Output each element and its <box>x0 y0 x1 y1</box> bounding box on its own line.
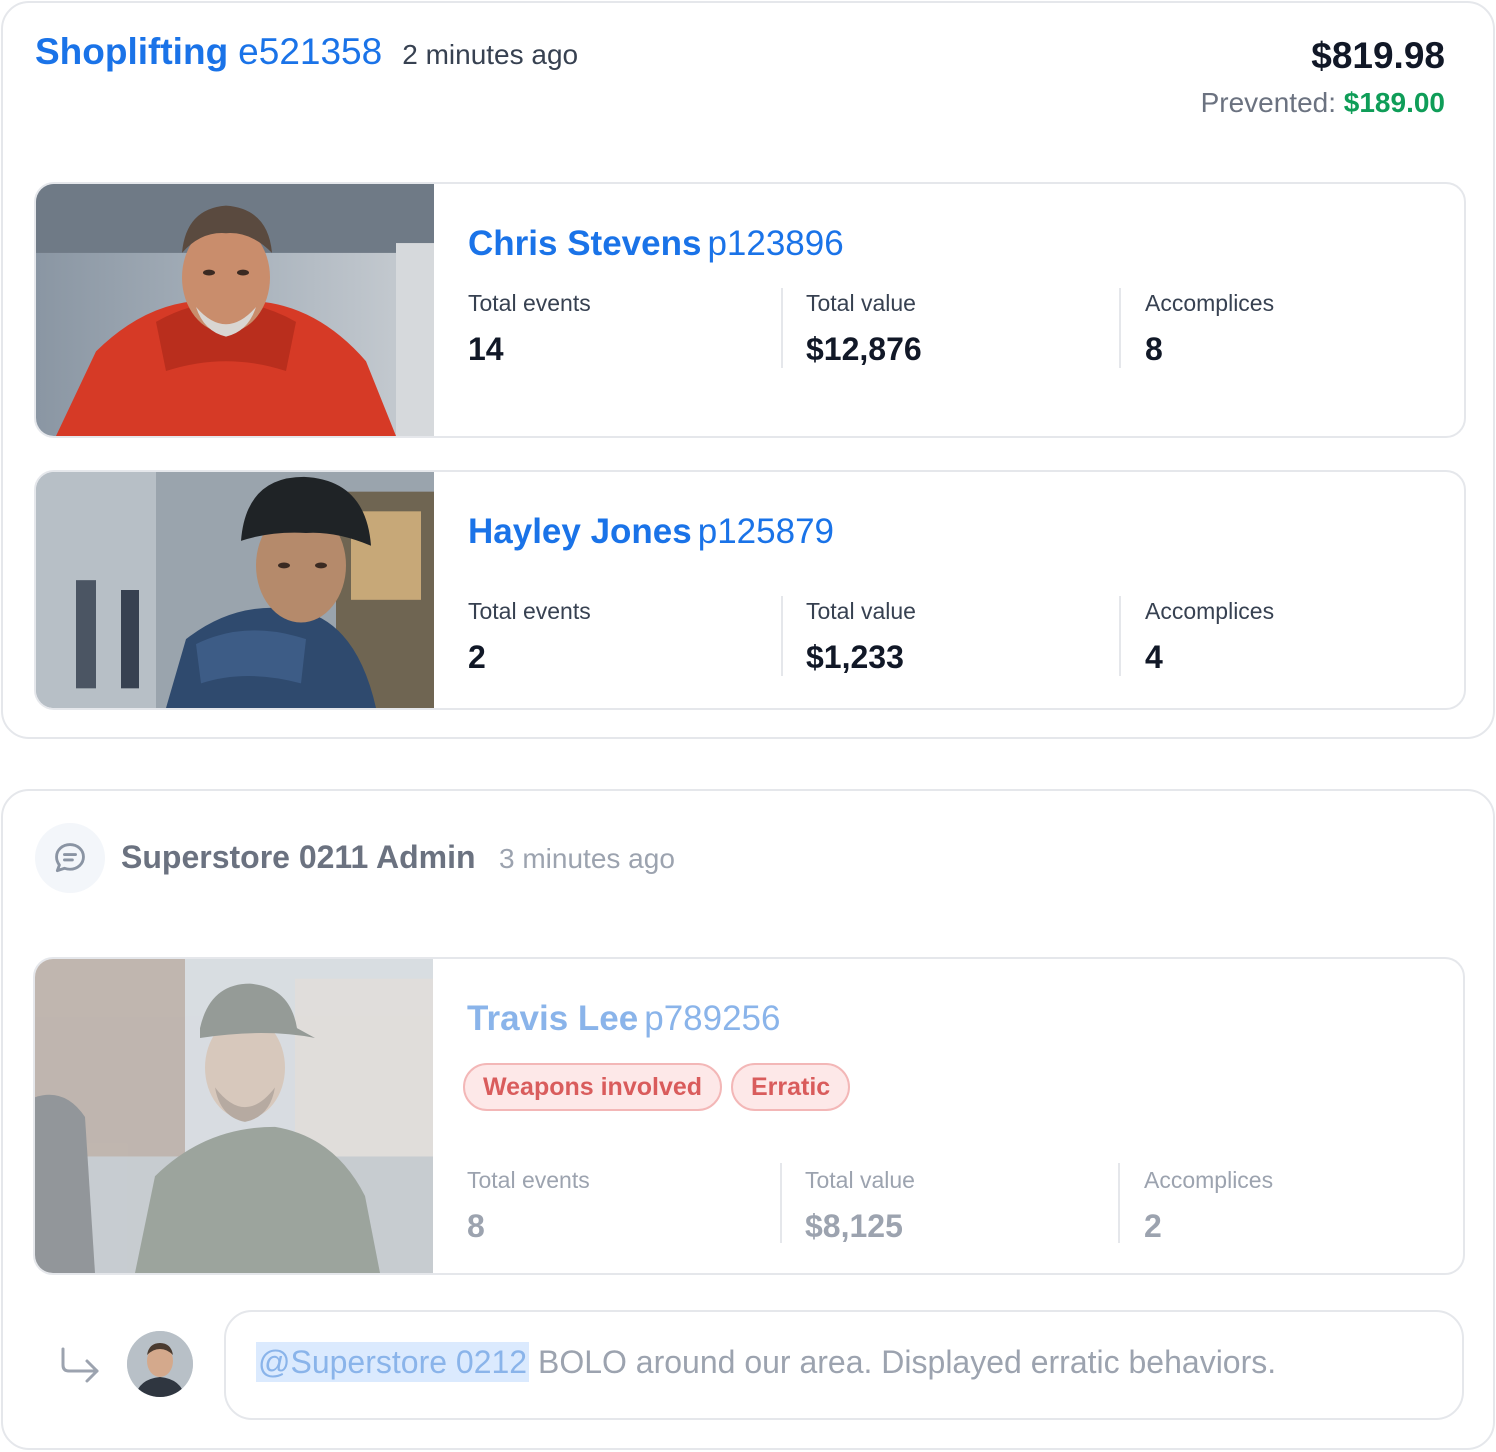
person-photo <box>36 184 434 436</box>
reply-body: BOLO around our area. Displayed erratic … <box>529 1344 1277 1380</box>
stat-divider <box>1118 1163 1120 1243</box>
stat-value: 8 <box>467 1208 485 1244</box>
event-type-link[interactable]: Shoplifting <box>35 31 228 73</box>
stat-divider <box>780 1163 782 1243</box>
prevented-label: Prevented: <box>1200 87 1336 118</box>
event-amount: $819.98 <box>1311 35 1445 76</box>
event-id-link[interactable]: e521358 <box>238 31 382 73</box>
stat-divider <box>1119 288 1121 368</box>
stat-value: 4 <box>1145 639 1163 675</box>
person-id: p123896 <box>707 224 844 263</box>
mention-link[interactable]: @Superstore 0212 <box>256 1342 530 1382</box>
event-timestamp: 2 minutes ago <box>402 39 579 70</box>
reply-text: @Superstore 0212 BOLO around our area. D… <box>256 1342 1277 1382</box>
person-card-travis-lee[interactable]: Travis Lee p789256 Weapons involved Errat… <box>33 957 1465 1275</box>
prevented-value: $189.00 <box>1343 87 1445 118</box>
stat-total-events: Total events 8 <box>467 1167 787 1245</box>
person-name: Hayley Jones <box>468 512 692 551</box>
stat-divider <box>1119 596 1121 676</box>
stat-total-value: Total value $12,876 <box>806 290 1126 368</box>
comment-card: Superstore 0211 Admin 3 minutes ago Trav… <box>1 789 1495 1450</box>
reply-arrow-icon <box>61 1347 99 1383</box>
person-card-chris-stevens[interactable]: Chris Stevens p123896 Total events 14 Tot… <box>34 182 1466 438</box>
stat-total-events: Total events 2 <box>468 598 788 676</box>
person-name-link[interactable]: Travis Lee p789256 <box>467 999 781 1039</box>
avatar[interactable] <box>127 1331 193 1397</box>
tag-erratic: Erratic <box>731 1063 851 1111</box>
stat-value: 14 <box>468 331 504 367</box>
person-name-link[interactable]: Hayley Jones p125879 <box>468 512 834 552</box>
event-header: Shoplifting e521358 2 minutes ago <box>35 31 578 73</box>
person-photo <box>35 959 433 1273</box>
stat-label: Total events <box>468 598 591 624</box>
tag-weapons-involved: Weapons involved <box>463 1063 723 1111</box>
person-photo <box>36 472 434 708</box>
prevented-amount: Prevented: $189.00 <box>1201 87 1445 119</box>
person-card-hayley-jones[interactable]: Hayley Jones p125879 Total events 2 Total… <box>34 470 1466 710</box>
comment-author[interactable]: Superstore 0211 Admin <box>121 839 476 876</box>
stat-total-value: Total value $1,233 <box>806 598 1126 676</box>
stat-label: Total events <box>467 1167 590 1193</box>
stat-divider <box>781 288 783 368</box>
stat-value: $12,876 <box>806 331 922 367</box>
stat-value: 2 <box>1144 1208 1162 1244</box>
stat-accomplices: Accomplices 8 <box>1145 290 1464 368</box>
stat-label: Total value <box>806 598 916 624</box>
stat-divider <box>781 596 783 676</box>
person-name: Chris Stevens <box>468 224 702 263</box>
person-name-link[interactable]: Chris Stevens p123896 <box>468 224 844 264</box>
reply-message[interactable]: @Superstore 0212 BOLO around our area. D… <box>224 1310 1464 1420</box>
stat-value: $1,233 <box>806 639 904 675</box>
person-id: p789256 <box>644 999 781 1038</box>
stat-value: 8 <box>1145 331 1163 367</box>
stat-label: Accomplices <box>1145 598 1275 624</box>
stat-label: Accomplices <box>1145 290 1275 316</box>
stat-value: $8,125 <box>805 1208 903 1244</box>
stat-label: Total value <box>805 1167 915 1193</box>
person-id: p125879 <box>697 512 835 551</box>
stat-total-events: Total events 14 <box>468 290 788 368</box>
stat-label: Total events <box>468 290 591 316</box>
stat-value: 2 <box>468 639 486 675</box>
stat-label: Accomplices <box>1144 1167 1274 1193</box>
stat-total-value: Total value $8,125 <box>805 1167 1125 1245</box>
stat-accomplices: Accomplices 2 <box>1144 1167 1463 1245</box>
comment-timestamp: 3 minutes ago <box>499 843 675 874</box>
person-name: Travis Lee <box>467 999 639 1038</box>
stat-accomplices: Accomplices 4 <box>1145 598 1464 676</box>
event-card: Shoplifting e521358 2 minutes ago $819.9… <box>1 1 1495 739</box>
chat-bubble-icon <box>35 823 105 893</box>
stat-label: Total value <box>806 290 916 316</box>
